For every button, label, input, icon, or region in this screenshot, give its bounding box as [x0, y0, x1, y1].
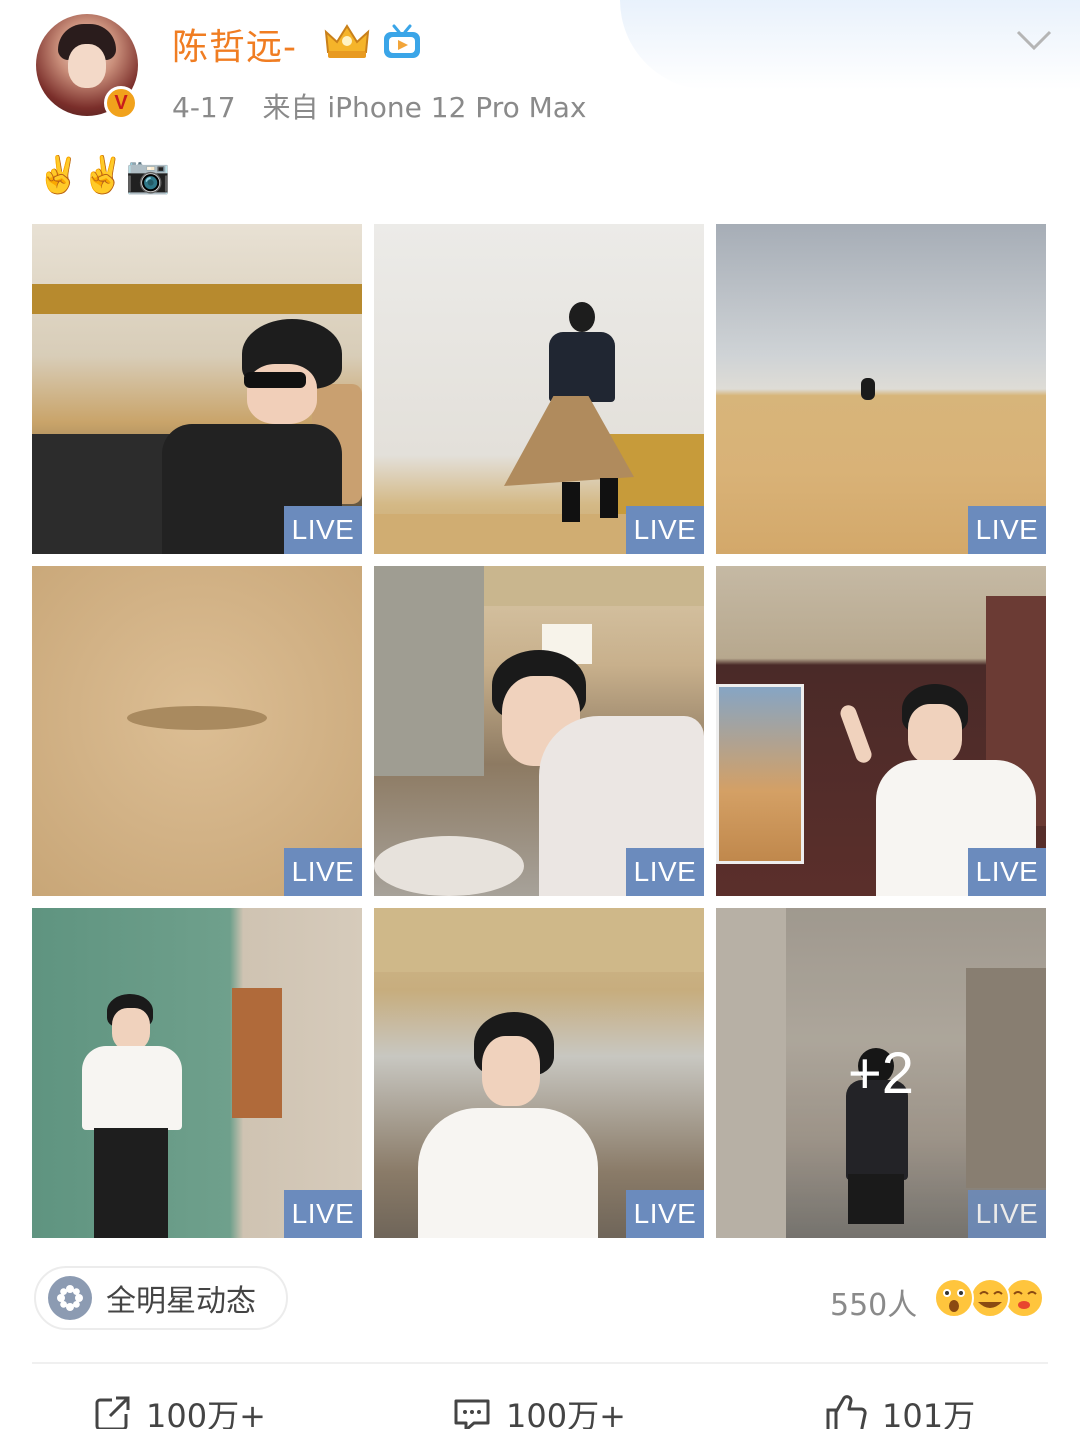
topic-chip[interactable]: 全明星动态	[34, 1266, 288, 1330]
image-tile-8[interactable]: LIVE	[374, 908, 704, 1238]
post-source: 来自 iPhone 12 Pro Max	[262, 91, 587, 124]
live-badge: LIVE	[284, 506, 362, 554]
header-cloud-decoration	[620, 0, 1080, 90]
crown-icon[interactable]	[322, 22, 372, 60]
image-tile-2[interactable]: LIVE	[374, 224, 704, 554]
live-badge: LIVE	[968, 848, 1046, 896]
jeep-dashboard	[32, 434, 182, 554]
divider	[32, 1362, 1048, 1364]
distant-figure	[861, 378, 875, 400]
live-badge: LIVE	[626, 1190, 704, 1238]
person-boot-right	[600, 478, 618, 518]
person-boot-left	[562, 482, 580, 522]
person-tshirt	[418, 1108, 598, 1238]
like-button[interactable]: 101万	[824, 1392, 975, 1429]
market-canopy	[484, 566, 704, 606]
live-badge: LIVE	[968, 1190, 1046, 1238]
person-arm	[838, 703, 874, 765]
post-content: ✌️✌️📷	[36, 155, 171, 196]
like-count: 101万	[882, 1397, 976, 1429]
hanging-rug	[232, 988, 282, 1118]
image-tile-9[interactable]: +2 LIVE	[716, 908, 1046, 1238]
image-tile-4[interactable]: LIVE	[32, 566, 362, 896]
person-head	[569, 302, 595, 332]
vip-tv-icon[interactable]	[382, 24, 422, 60]
live-badge: LIVE	[284, 848, 362, 896]
author-name[interactable]: 陈哲远-	[172, 18, 297, 70]
topic-label: 全明星动态	[106, 1284, 256, 1319]
reaction-emoji-icons[interactable]	[932, 1276, 1048, 1320]
person-face	[908, 704, 962, 764]
image-tile-1[interactable]: LIVE	[32, 224, 362, 554]
more-images-count[interactable]: +2	[716, 908, 1046, 1238]
tree-trunk	[374, 566, 484, 776]
image-tile-7[interactable]: LIVE	[32, 908, 362, 1238]
image-grid: LIVE LIVE LIVE LIVE LIVE LIVE LIVE LIVE …	[32, 224, 1046, 1238]
person-shirt	[549, 332, 615, 402]
avatar-face	[68, 44, 106, 88]
painting-camel	[716, 684, 804, 864]
jeep-windshield-frame	[32, 284, 362, 314]
market-canopy	[374, 908, 704, 972]
comment-icon	[454, 1399, 490, 1429]
live-badge: LIVE	[626, 848, 704, 896]
reaction-count[interactable]: 550人	[830, 1280, 917, 1324]
person-tshirt	[82, 1046, 182, 1130]
comment-button[interactable]: 100万+	[452, 1392, 626, 1429]
live-badge: LIVE	[968, 506, 1046, 554]
sand-hole	[127, 706, 267, 730]
repost-count: 100万+	[146, 1397, 266, 1429]
person-pants	[94, 1128, 168, 1238]
post-date: 4-17	[172, 91, 236, 124]
sunglasses	[244, 372, 306, 388]
chevron-down-icon[interactable]	[1014, 28, 1054, 52]
live-badge: LIVE	[284, 1190, 362, 1238]
person-face	[112, 1008, 150, 1050]
repost-icon	[95, 1396, 130, 1429]
live-badge: LIVE	[626, 506, 704, 554]
image-tile-6[interactable]: LIVE	[716, 566, 1046, 896]
topic-flower-icon	[48, 1276, 92, 1320]
image-tile-5[interactable]: LIVE	[374, 566, 704, 896]
person-face	[482, 1036, 540, 1106]
cushion	[374, 836, 524, 896]
thumbs-up-icon	[826, 1395, 867, 1429]
image-tile-3[interactable]: LIVE	[716, 224, 1046, 554]
post-meta: 4-17 来自 iPhone 12 Pro Max	[172, 86, 605, 126]
repost-button[interactable]: 100万+	[92, 1392, 266, 1429]
verified-badge-icon: V	[104, 86, 138, 120]
weibo-post: V 陈哲远- 4-17 来自 iPhone 12 Pro Max ✌️✌️📷 L…	[0, 0, 1080, 1429]
comment-count: 100万+	[506, 1397, 626, 1429]
